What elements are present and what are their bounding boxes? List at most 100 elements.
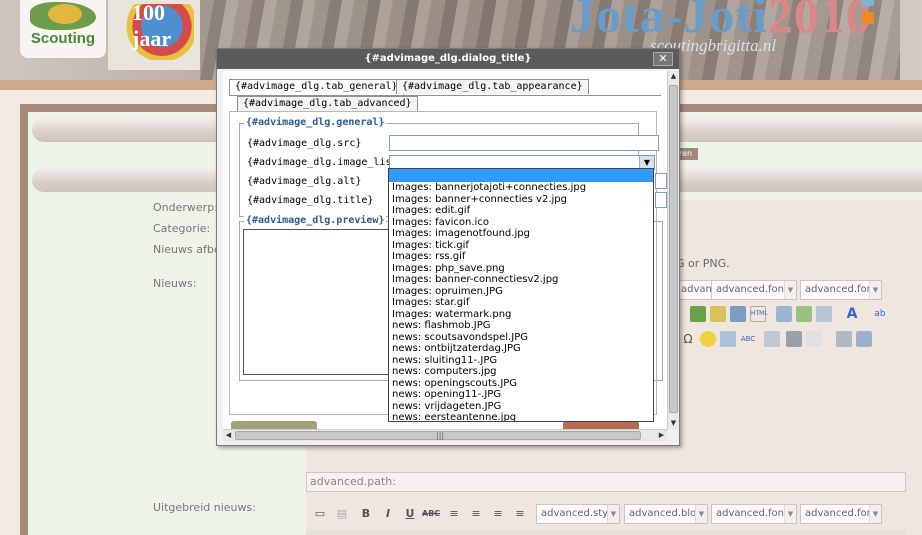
cleanup-icon[interactable]	[710, 306, 726, 322]
scouting-logo-shape-yellow	[48, 4, 82, 24]
image-list-option[interactable]: news: computers.jpg	[389, 366, 653, 378]
tab-general[interactable]: {#advimage_dlg.tab_general}	[229, 79, 404, 95]
src-input[interactable]	[389, 135, 659, 151]
scroll-up-icon[interactable]: ▲	[668, 71, 679, 82]
scroll-down-icon[interactable]: ▼	[668, 418, 679, 429]
scroll-grip-icon: |||	[436, 431, 445, 440]
align-right-icon[interactable]: ≡	[490, 506, 506, 522]
image-list-option[interactable]: news: eersteantenne.jpg	[389, 412, 653, 421]
image-list-option[interactable]: Images: imagenotfound.jpg	[389, 228, 653, 240]
social-icon[interactable]	[862, 0, 874, 6]
paste-icon[interactable]: ▤	[334, 506, 350, 522]
label-onderwerp: Onderwerp:	[153, 201, 218, 214]
table-icon[interactable]	[764, 331, 780, 347]
scouting-logo-text: Scouting	[30, 30, 96, 47]
editor-path-bar: advanced.path:	[306, 472, 906, 492]
label-categorie: Categorie:	[153, 222, 211, 235]
close-icon[interactable]: ✕	[653, 52, 673, 66]
tab-advanced[interactable]: {#advimage_dlg.tab_advanced}	[237, 96, 418, 111]
image-list-option[interactable]: Images: favicon.ico	[389, 217, 653, 229]
horizontal-scrollbar[interactable]: ◀ ||| ▶	[223, 429, 667, 441]
image-list-option[interactable]: Images: bannerjotajoti+connecties.jpg	[389, 182, 653, 194]
label-nieuws-afbeelding: Nieuws afbe	[153, 243, 221, 256]
print-icon[interactable]	[836, 331, 852, 347]
insert-button[interactable]	[231, 421, 317, 429]
image-list-option[interactable]: Images: tick.gif	[389, 240, 653, 252]
align-center-icon[interactable]: ≡	[468, 506, 484, 522]
editor-toolbar-2: ▭ ▤ B I U ABC ≡ ≡ ≡ ≡ advanced.style ▼ ad…	[306, 504, 906, 526]
vertical-scrollbar[interactable]: ▲ ▼	[667, 71, 679, 429]
image-list-label: {#advimage_dlg.image_list}	[247, 157, 404, 168]
cancel-button[interactable]	[563, 421, 639, 429]
spellcheck-abc-icon[interactable]: ABC	[740, 331, 756, 347]
alt-input[interactable]	[655, 173, 667, 189]
title-label: {#advimage_dlg.title}	[247, 195, 374, 206]
format-select-2[interactable]: advanced.bloc ▼	[624, 504, 708, 524]
dialog-titlebar[interactable]: {#advimage_dlg.dialog_title} ✕	[217, 49, 679, 69]
omega-icon[interactable]: Ω	[680, 331, 696, 347]
image-list-option[interactable]: news: ontbijtzaterdag.JPG	[389, 343, 653, 355]
image-format-hint: G or PNG.	[676, 257, 730, 270]
scroll-right-icon[interactable]: ▶	[656, 430, 667, 441]
image-list-option[interactable]: news: flashmob.JPG	[389, 320, 653, 332]
html-icon[interactable]: HTML	[750, 306, 768, 322]
text-color-icon[interactable]: A	[844, 306, 860, 322]
image-list-option[interactable]: news: vrijdageten.JPG	[389, 401, 653, 413]
style-select[interactable]: advanced.style ▼	[536, 504, 620, 524]
underline-icon[interactable]: U	[402, 506, 418, 522]
image-list-option[interactable]: Images: rss.gif	[389, 251, 653, 263]
italic-icon[interactable]: I	[380, 506, 396, 522]
image-list-option[interactable]: Images: star.gif	[389, 297, 653, 309]
chevron-down-icon: ▼	[695, 505, 707, 523]
image-list-option[interactable]: Images: banner+connecties v2.jpg	[389, 194, 653, 206]
image-list-dropdown[interactable]: Images: bannerjotajoti+connecties.jpg Ima…	[388, 168, 654, 422]
tab-appearance[interactable]: {#advimage_dlg.tab_appearance}	[396, 79, 589, 94]
scroll-thumb-horizontal[interactable]: |||	[235, 431, 641, 440]
horizontal-rule-icon[interactable]	[786, 331, 802, 347]
font-size-select[interactable]: advanced.font ▼	[800, 280, 882, 300]
font-size-select-2[interactable]: advanced.font ▼	[800, 504, 882, 524]
scroll-left-icon[interactable]: ◀	[223, 430, 234, 441]
label-nieuws: Nieuws:	[153, 277, 197, 290]
event-title-year: 2010	[767, 0, 872, 43]
label-uitgebreid-nieuws: Uitgebreid nieuws:	[153, 501, 256, 514]
title-input[interactable]	[655, 192, 667, 208]
editor-toolbar-3	[306, 529, 906, 535]
font-family-select-2[interactable]: advanced.font ▼	[711, 504, 797, 524]
image-list-option[interactable]: Images: edit.gif	[389, 205, 653, 217]
bold-icon[interactable]: B	[358, 506, 374, 522]
highlight-icon[interactable]: ab	[872, 306, 888, 322]
image-list-option[interactable]: news: scoutsavondspel.JPG	[389, 332, 653, 344]
search-icon[interactable]	[816, 306, 832, 322]
scouting-logo[interactable]: Scouting	[20, 0, 106, 58]
image-list-option[interactable]: news: openingscouts.JPG	[389, 378, 653, 390]
fullscreen-icon[interactable]	[856, 331, 872, 347]
chevron-down-icon: ▼	[784, 281, 796, 299]
anchor-icon[interactable]	[730, 306, 746, 322]
src-label: {#advimage_dlg.src}	[247, 138, 362, 149]
100-jaar-logo-text: 100 jaar	[132, 0, 172, 51]
emoticon-icon[interactable]	[700, 331, 716, 347]
rss-icon[interactable]	[862, 12, 874, 24]
100-jaar-logo: 100 jaar	[108, 0, 200, 70]
font-family-select[interactable]: advanced.font ▼	[711, 280, 797, 300]
strikethrough-icon[interactable]: ABC	[422, 506, 440, 522]
image-list-option[interactable]: Images: watermark.png	[389, 309, 653, 321]
new-document-icon[interactable]: ▭	[312, 506, 328, 522]
align-left-icon[interactable]: ≡	[446, 506, 462, 522]
dialog-title: {#advimage_dlg.dialog_title}	[364, 53, 532, 64]
image-list-option[interactable]: Images: php_save.png	[389, 263, 653, 275]
scroll-thumb[interactable]	[669, 85, 678, 413]
chevron-down-icon: ▼	[784, 505, 796, 523]
media-icon[interactable]	[720, 331, 736, 347]
image-list-option[interactable]: Images: opruimen.JPG	[389, 286, 653, 298]
image-list-option[interactable]	[389, 169, 653, 182]
cut-icon[interactable]	[806, 331, 822, 347]
image-list-option[interactable]: news: opening11-.JPG	[389, 389, 653, 401]
image-list-option[interactable]: Images: banner-connectiesv2.jpg	[389, 274, 653, 286]
date-icon[interactable]	[776, 306, 792, 322]
time-icon[interactable]	[796, 306, 812, 322]
image-list-option[interactable]: news: sluiting11-.JPG	[389, 355, 653, 367]
spellcheck-icon[interactable]	[690, 306, 706, 322]
align-justify-icon[interactable]: ≡	[512, 506, 528, 522]
